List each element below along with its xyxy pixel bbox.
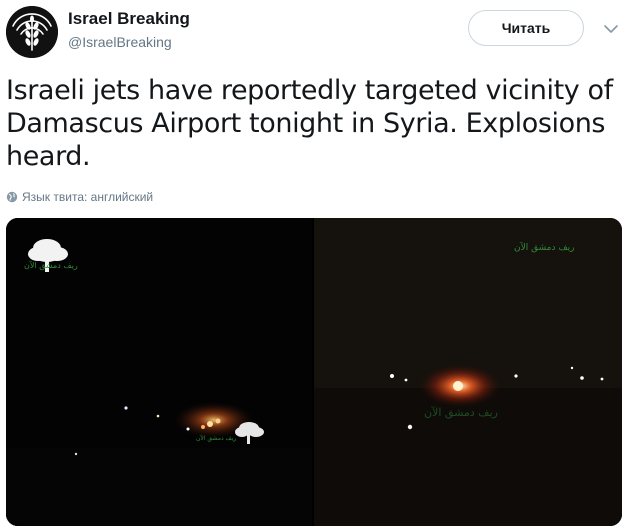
photo-1-watermark-text: ريف دمشق الآن (24, 260, 78, 270)
author-display-name[interactable]: Israel Breaking (68, 8, 190, 30)
author-info: Israel Breaking @IsraelBreaking (68, 8, 190, 52)
tweet-card: Israel Breaking @IsraelBreaking Читать I… (0, 0, 635, 532)
tweet-media: ريف دمشق الآن ريف دمشق الآن ريف دمشق الآ… (6, 218, 622, 526)
follow-button[interactable]: Читать (468, 10, 584, 46)
ear-of-wheat-icon (6, 6, 58, 58)
globe-icon (6, 191, 18, 206)
media-photo-2[interactable]: ريف دمشق الآن ريف دمشق الآن (314, 218, 622, 526)
photo-2-watermark-text: ريف دمشق الآن (514, 241, 575, 253)
tweet-header: Israel Breaking @IsraelBreaking Читать (6, 6, 629, 62)
night-explosion-photo: ريف دمشق الآن ريف دمشق الآن (314, 218, 622, 526)
tweet-language-label[interactable]: Язык твита: английский (22, 190, 153, 204)
photo-2-watermark-text-2: ريف دمشق الآن (424, 406, 498, 420)
tweet-text: Israeli jets have reportedly targeted vi… (6, 75, 613, 172)
chevron-down-icon[interactable] (602, 20, 620, 38)
night-explosion-photo: ريف دمشق الآن ريف دمشق الآن (6, 218, 312, 526)
author-handle[interactable]: @IsraelBreaking (68, 32, 190, 52)
tweet-language: Язык твита: английский (6, 190, 153, 206)
avatar[interactable] (6, 6, 58, 58)
media-photo-1[interactable]: ريف دمشق الآن ريف دمشق الآن (6, 218, 312, 526)
photo-1-watermark-text-2: ريف دمشق الآن (196, 434, 236, 442)
